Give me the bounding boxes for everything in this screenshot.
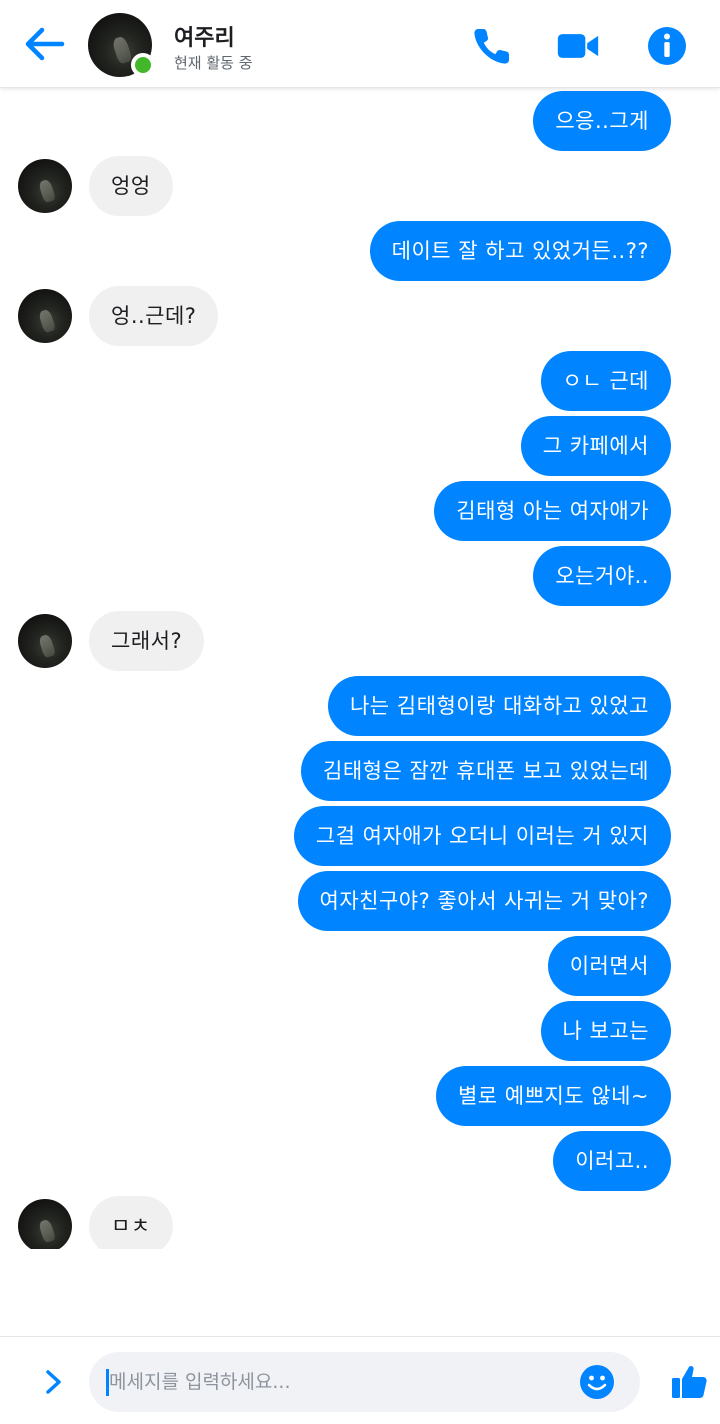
active-status: 현재 활동 중 (174, 54, 253, 72)
received-message-row: ㅁㅊ (0, 1196, 720, 1249)
sender-avatar[interactable] (18, 1199, 72, 1249)
sent-message-bubble[interactable]: 김태형 아는 여자애가 (434, 481, 671, 541)
chevron-right-icon[interactable] (38, 1367, 68, 1397)
sent-message-bubble[interactable]: ㅇㄴ 근데 (540, 351, 671, 411)
sent-message-row: 김태형은 잠깐 휴대폰 보고 있었는데 (0, 741, 720, 801)
message-input-wrapper[interactable] (89, 1352, 640, 1412)
sent-message-row: 오는거야.. (0, 546, 720, 606)
sent-message-row: 이러면서 (0, 936, 720, 996)
sent-message-bubble[interactable]: 나는 김태형이랑 대화하고 있었고 (327, 676, 671, 736)
sent-message-bubble[interactable]: 으응..그게 (533, 91, 671, 151)
sent-message-row: 데이트 잘 하고 있었거든..?? (0, 221, 720, 281)
contact-avatar[interactable] (88, 13, 155, 77)
sent-message-row: 이러고.. (0, 1131, 720, 1191)
sent-message-row: 김태형 아는 여자애가 (0, 481, 720, 541)
sender-avatar[interactable] (18, 614, 72, 668)
back-arrow-icon[interactable] (22, 24, 66, 64)
sender-avatar[interactable] (18, 159, 72, 213)
sent-message-row: ㅇㄴ 근데 (0, 351, 720, 411)
sent-message-row: 나 보고는 (0, 1001, 720, 1061)
received-message-row: 그래서? (0, 611, 720, 671)
online-status-dot (131, 53, 155, 77)
thumbs-up-icon[interactable] (670, 1363, 708, 1401)
video-camera-icon[interactable] (556, 24, 600, 68)
received-message-row: 엉..근데? (0, 286, 720, 346)
sent-message-bubble[interactable]: 오는거야.. (533, 546, 671, 606)
sent-message-row: 별로 예쁘지도 않네~ (0, 1066, 720, 1126)
sent-message-bubble[interactable]: 데이트 잘 하고 있었거든..?? (369, 221, 671, 281)
sent-message-row: 여자친구야? 좋아서 사귀는 거 맞아? (0, 871, 720, 931)
received-message-bubble[interactable]: ㅁㅊ (89, 1196, 173, 1249)
phone-icon[interactable] (470, 24, 514, 68)
composer-bar (0, 1336, 720, 1424)
sent-message-row: 그 카페에서 (0, 416, 720, 476)
message-thread[interactable]: 으응..그게엉엉데이트 잘 하고 있었거든..?? 엉..근데? ㅇㄴ 근데 그 카페… (0, 89, 720, 1249)
received-message-bubble[interactable]: 엉..근데? (89, 286, 219, 346)
sent-message-bubble[interactable]: 여자친구야? 좋아서 사귀는 거 맞아? (297, 871, 671, 931)
received-message-row: 엉엉 (0, 156, 720, 216)
sent-message-row: 으응..그게 (0, 91, 720, 151)
sent-message-row: 나는 김태형이랑 대화하고 있었고 (0, 676, 720, 736)
received-message-bubble[interactable]: 그래서? (89, 611, 205, 671)
contact-name[interactable]: 여주리 (174, 20, 235, 52)
sent-message-bubble[interactable]: 이러면서 (547, 936, 671, 996)
sender-avatar[interactable] (18, 289, 72, 343)
message-input[interactable] (109, 1352, 569, 1412)
sent-message-bubble[interactable]: 이러고.. (553, 1131, 671, 1191)
sent-message-row: 그걸 여자애가 오더니 이러는 거 있지 (0, 806, 720, 866)
sent-message-bubble[interactable]: 그 카페에서 (520, 416, 671, 476)
emoji-icon[interactable] (579, 1364, 615, 1400)
sent-message-bubble[interactable]: 별로 예쁘지도 않네~ (435, 1066, 671, 1126)
info-icon[interactable] (645, 24, 689, 68)
received-message-bubble[interactable]: 엉엉 (89, 156, 173, 216)
sent-message-bubble[interactable]: 김태형은 잠깐 휴대폰 보고 있었는데 (301, 741, 671, 801)
chat-header: 여주리 현재 활동 중 (0, 0, 720, 88)
sent-message-bubble[interactable]: 그걸 여자애가 오더니 이러는 거 있지 (293, 806, 671, 866)
sent-message-bubble[interactable]: 나 보고는 (540, 1001, 671, 1061)
